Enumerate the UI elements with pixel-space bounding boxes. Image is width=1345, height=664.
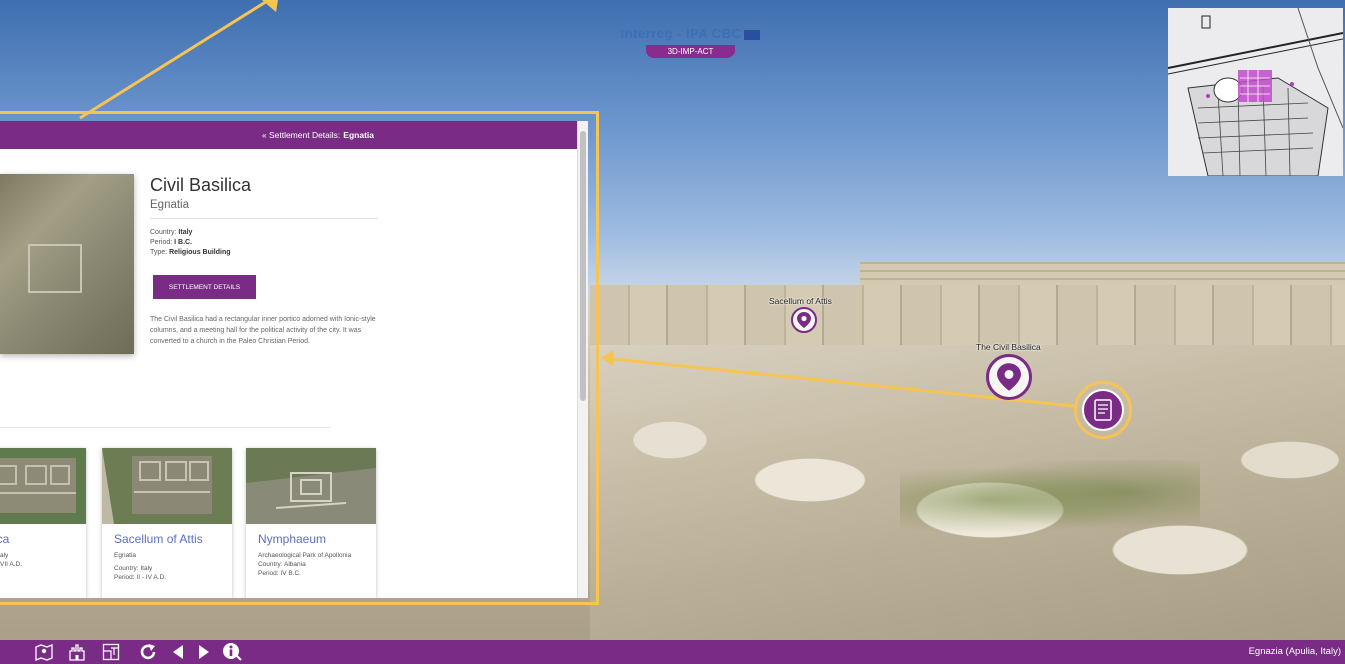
floorplan-button[interactable] — [101, 642, 121, 662]
map-pin-icon — [997, 363, 1021, 391]
eu-flag-icon — [744, 29, 761, 40]
map-pin-icon — [35, 644, 53, 661]
rotate-button[interactable] — [138, 642, 158, 662]
minimap[interactable] — [1168, 8, 1343, 176]
info-button[interactable] — [222, 642, 242, 662]
castle-icon — [69, 644, 85, 661]
hotspot-sacellum[interactable] — [791, 307, 817, 333]
logo-project: 3D-IMP-ACT — [645, 45, 736, 58]
hotspot-basilica[interactable] — [986, 354, 1032, 400]
location-label: Egnazia (Apulia, Italy) — [1248, 646, 1341, 657]
previous-button[interactable] — [168, 642, 188, 662]
hotspot-label-sacellum: Sacellum of Attis — [769, 296, 832, 306]
rotate-icon — [140, 644, 156, 660]
info-hotspot[interactable] — [1074, 381, 1132, 439]
info-hotspot-inner — [1082, 389, 1124, 431]
arrow-right-icon — [199, 645, 209, 659]
ruins-wall — [590, 285, 1345, 345]
arrow-left-icon — [173, 645, 183, 659]
logo-program: Interreg - IPA CBC — [620, 26, 742, 41]
settlement-button[interactable] — [67, 642, 87, 662]
hotspot-label-basilica: The Civil Basilica — [976, 342, 1041, 352]
project-logo: Interreg - IPA CBC 3D-IMP-ACT — [618, 26, 763, 62]
next-button[interactable] — [194, 642, 214, 662]
minimap-drawing — [1168, 8, 1343, 176]
annotation-frame — [0, 111, 599, 605]
document-icon — [1094, 399, 1112, 421]
map-button[interactable] — [34, 642, 54, 662]
map-pin-icon — [797, 312, 811, 328]
info-icon — [223, 643, 242, 661]
grass-patches — [900, 460, 1200, 540]
floorplan-icon — [102, 643, 120, 661]
bottom-toolbar: Egnazia (Apulia, Italy) — [0, 640, 1345, 664]
